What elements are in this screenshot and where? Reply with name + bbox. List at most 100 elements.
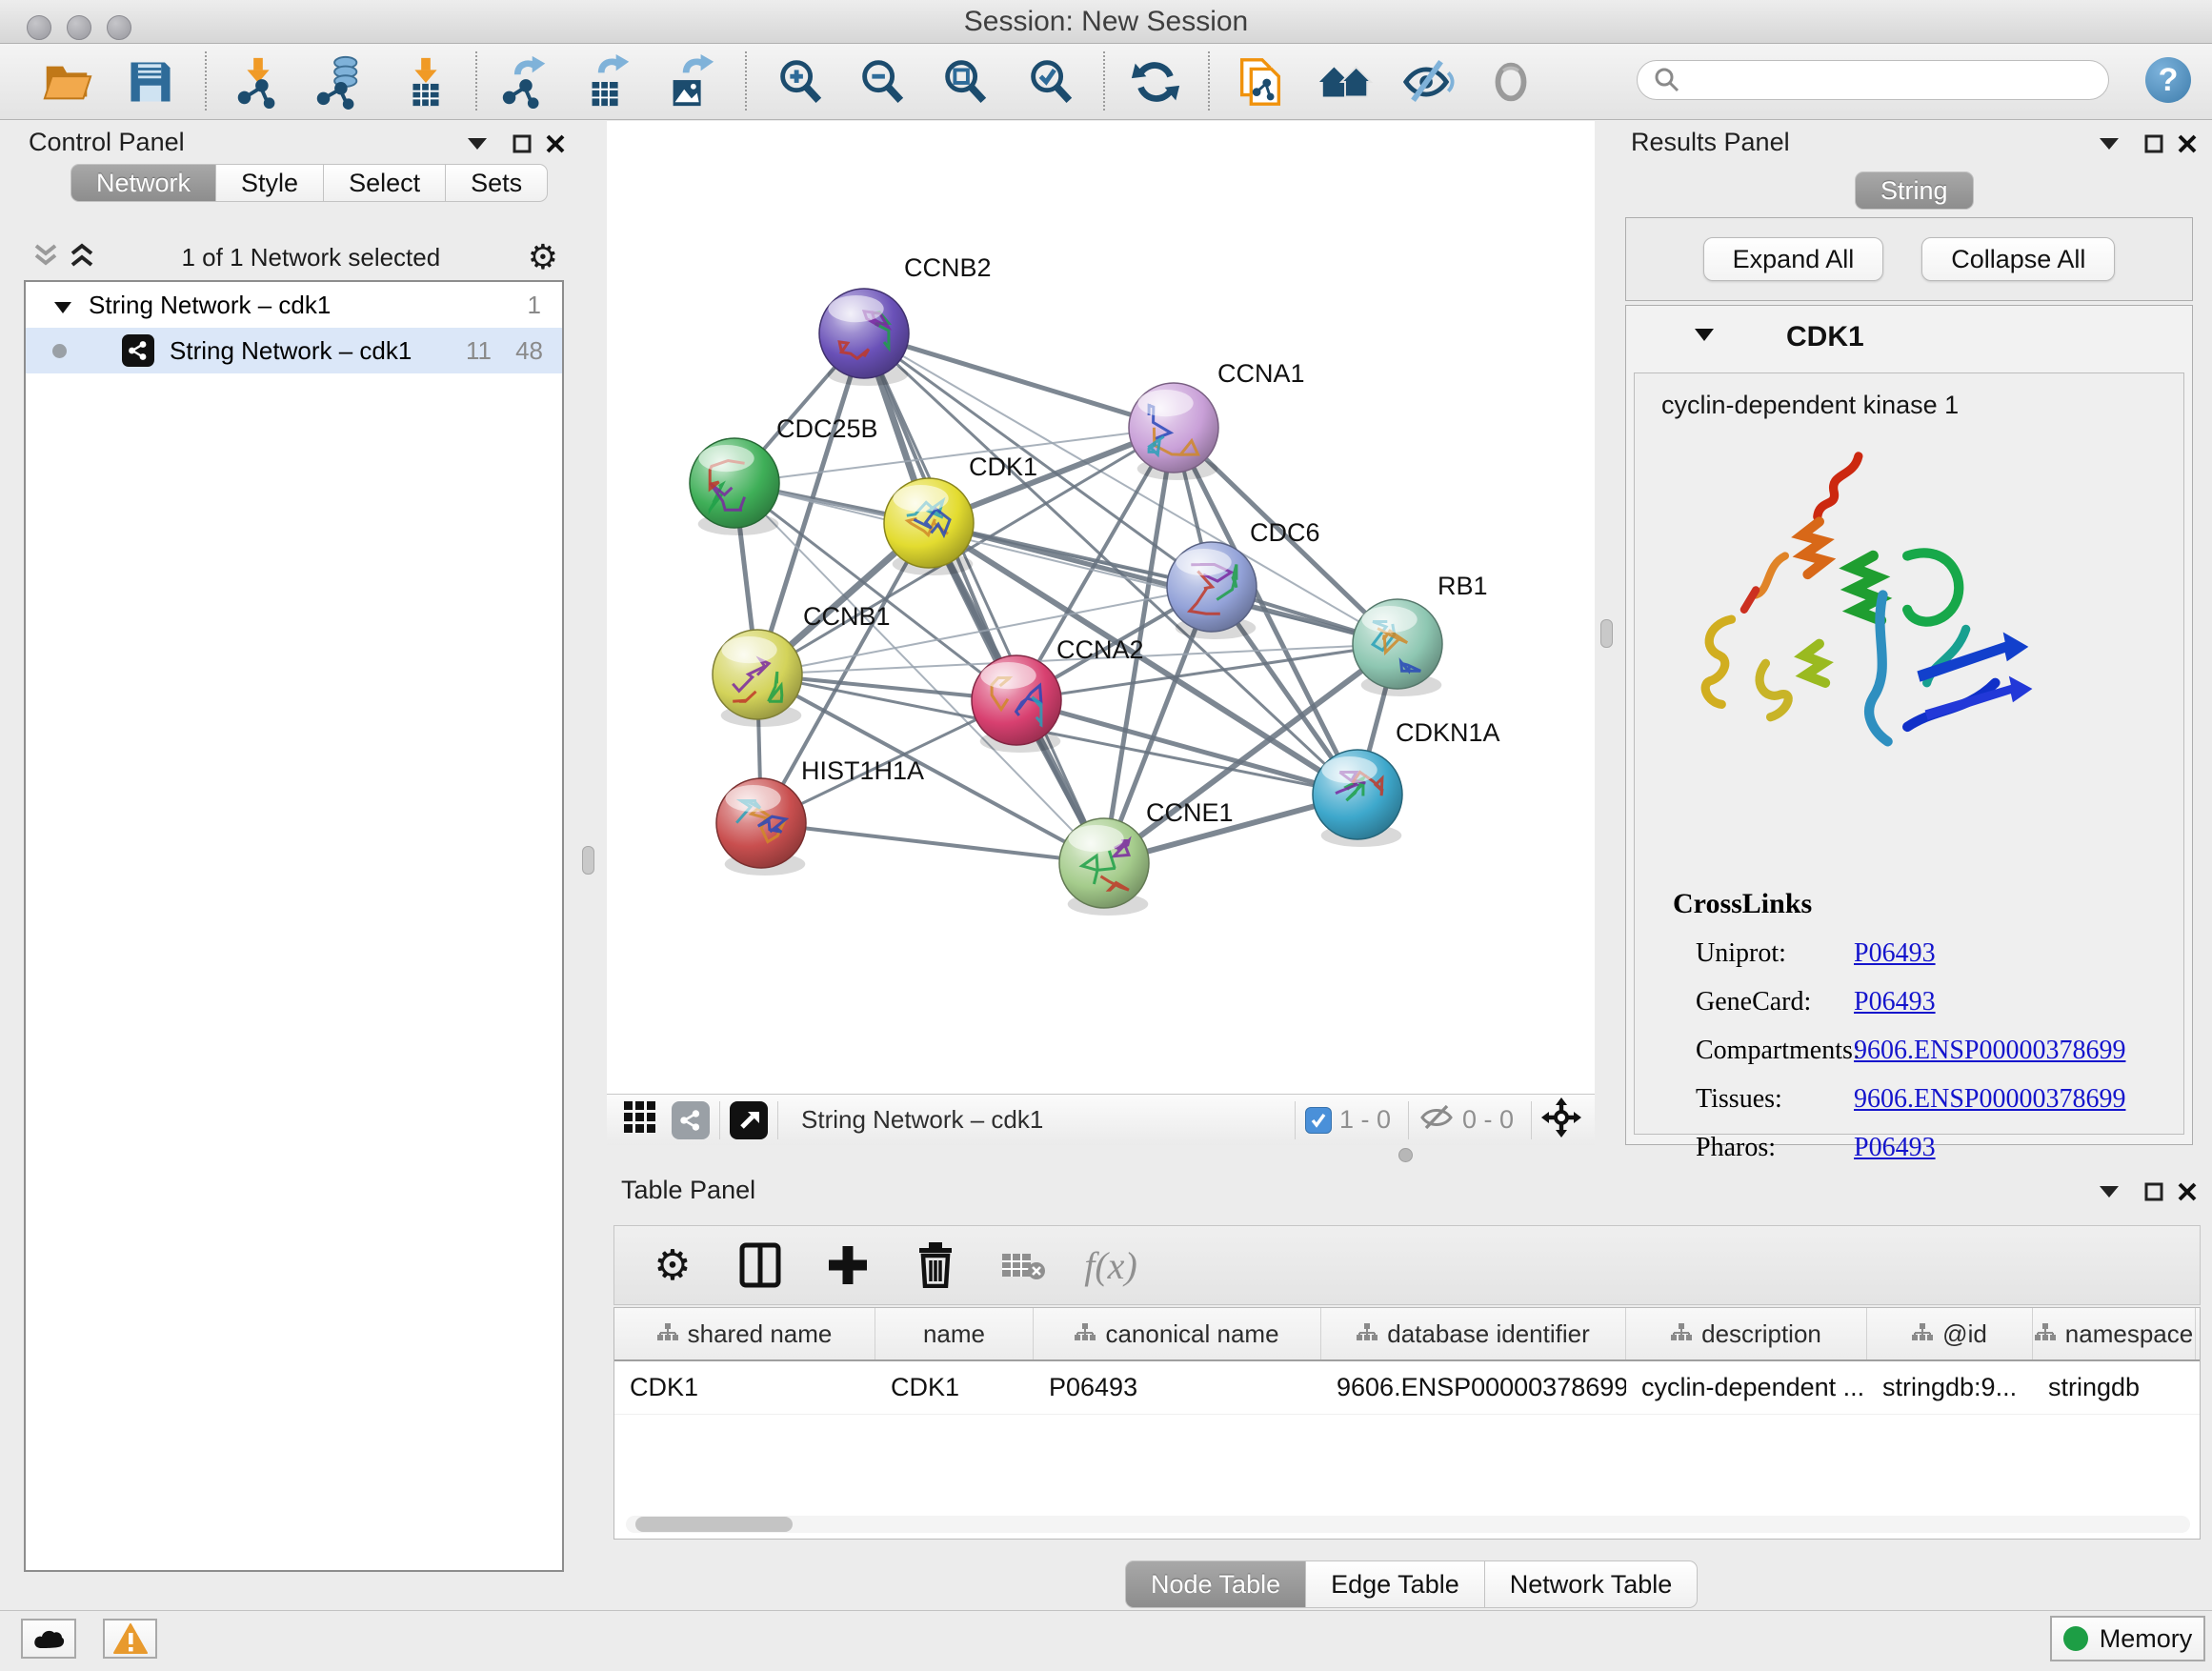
- pan-crosshair-icon[interactable]: [1541, 1097, 1581, 1142]
- zoom-fit-icon[interactable]: [935, 51, 995, 112]
- import-database-icon[interactable]: [308, 51, 369, 112]
- results-panel-float-icon[interactable]: [2095, 131, 2123, 156]
- hide-panel-icon[interactable]: [1398, 51, 1458, 112]
- zoom-selected-icon[interactable]: [1020, 51, 1081, 112]
- network-node-ccna1[interactable]: CCNA1: [1129, 359, 1305, 480]
- window-minimize-light[interactable]: [67, 15, 91, 40]
- help-icon[interactable]: ?: [2145, 57, 2191, 103]
- table-options-gear-icon[interactable]: ⚙: [647, 1241, 698, 1290]
- network-collection-row[interactable]: String Network – cdk1 1: [26, 282, 562, 328]
- horizontal-splitter-handle[interactable]: [1398, 1148, 1413, 1162]
- network-edge[interactable]: [761, 823, 1104, 863]
- memory-button[interactable]: Memory: [2050, 1616, 2205, 1661]
- cloud-status-button[interactable]: [21, 1619, 76, 1659]
- entry-collapse-icon[interactable]: [1695, 329, 1714, 346]
- save-session-icon[interactable]: [120, 51, 181, 112]
- network-node-ccnb1[interactable]: CCNB1: [713, 602, 891, 727]
- search-input[interactable]: [1691, 63, 2108, 97]
- network-canvas[interactable]: CCNB2CCNA1CDC25BCDK1CDC6RB1CCNB1CCNA2CDK…: [607, 121, 1595, 1094]
- entry-header[interactable]: CDK1: [1626, 306, 2192, 369]
- table-cell[interactable]: 9606.ENSP00000378699: [1321, 1361, 1626, 1414]
- network-node-ccne1[interactable]: CCNE1: [1059, 798, 1234, 916]
- tab-network-table[interactable]: Network Table: [1485, 1560, 1699, 1608]
- expand-all-networks-icon[interactable]: [70, 242, 94, 273]
- open-session-icon[interactable]: [36, 51, 97, 112]
- tab-sets[interactable]: Sets: [446, 164, 548, 202]
- add-column-icon[interactable]: [822, 1244, 874, 1286]
- table-panel-close-icon[interactable]: [2173, 1179, 2202, 1204]
- crosslink-link[interactable]: P06493: [1854, 938, 1936, 969]
- table-cell[interactable]: stringdb: [2033, 1361, 2196, 1414]
- crosslink-link[interactable]: 9606.ENSP00000378699: [1854, 1036, 2125, 1066]
- delete-column-trash-icon[interactable]: [910, 1242, 961, 1288]
- results-panel-close-icon[interactable]: [2173, 131, 2202, 156]
- birdseye-view-icon[interactable]: [730, 1101, 768, 1139]
- scrollbar-thumb[interactable]: [635, 1517, 793, 1532]
- show-columns-icon[interactable]: [734, 1242, 786, 1288]
- results-panel-maximize-icon[interactable]: [2140, 131, 2168, 156]
- table-panel-float-icon[interactable]: [2095, 1179, 2123, 1204]
- network-edge[interactable]: [929, 523, 1398, 644]
- zoom-out-icon[interactable]: [852, 51, 913, 112]
- left-splitter-handle[interactable]: [582, 846, 594, 875]
- control-panel-close-icon[interactable]: [541, 131, 570, 156]
- table-horizontal-scrollbar[interactable]: [626, 1516, 2190, 1533]
- export-table-icon[interactable]: [576, 51, 637, 112]
- collapse-all-networks-icon[interactable]: [33, 242, 58, 273]
- table-cell[interactable]: CDK1: [875, 1361, 1034, 1414]
- import-network-icon[interactable]: [228, 51, 289, 112]
- control-panel-float-icon[interactable]: [463, 131, 492, 156]
- network-node-cdk1[interactable]: CDK1: [884, 453, 1037, 575]
- tab-select[interactable]: Select: [324, 164, 446, 202]
- window-zoom-light[interactable]: [107, 15, 131, 40]
- crosslink-link[interactable]: P06493: [1854, 1133, 1936, 1163]
- right-splitter-handle[interactable]: [1600, 619, 1613, 648]
- refresh-layout-icon[interactable]: [1125, 51, 1186, 112]
- expand-all-button[interactable]: Expand All: [1703, 237, 1884, 281]
- show-panel-icon[interactable]: [1480, 51, 1541, 112]
- table-cell[interactable]: CDK1: [614, 1361, 875, 1414]
- results-panel-string-tab[interactable]: String: [1855, 171, 1974, 210]
- tab-network[interactable]: Network: [70, 164, 216, 202]
- show-grid-icon[interactable]: [624, 1101, 656, 1138]
- network-node-rb1[interactable]: RB1: [1353, 572, 1488, 696]
- column-header-canonical-name[interactable]: canonical name: [1034, 1308, 1321, 1359]
- zoom-in-icon[interactable]: [770, 51, 831, 112]
- control-panel-maximize-icon[interactable]: [508, 131, 536, 156]
- table-cell[interactable]: cyclin-dependent ...: [1626, 1361, 1867, 1414]
- network-row[interactable]: String Network – cdk1 11 48: [26, 328, 562, 373]
- column-header-database-identifier[interactable]: database identifier: [1321, 1308, 1626, 1359]
- column-header--id[interactable]: @id: [1867, 1308, 2033, 1359]
- tab-node-table[interactable]: Node Table: [1125, 1560, 1306, 1608]
- column-header-description[interactable]: description: [1626, 1308, 1867, 1359]
- export-image-icon[interactable]: [659, 51, 720, 112]
- export-network-icon[interactable]: [494, 51, 555, 112]
- network-edge[interactable]: [864, 333, 1174, 428]
- clone-network-icon[interactable]: [1230, 51, 1291, 112]
- network-options-gear-icon[interactable]: ⚙: [528, 237, 558, 277]
- column-header-name[interactable]: name: [875, 1308, 1034, 1359]
- column-header-namespace[interactable]: namespace: [2033, 1308, 2196, 1359]
- network-node-cdkn1a[interactable]: CDKN1A: [1313, 718, 1500, 847]
- table-row[interactable]: CDK1CDK1P064939606.ENSP00000378699cyclin…: [614, 1361, 2200, 1415]
- network-node-hist1h1a[interactable]: HIST1H1A: [716, 756, 924, 876]
- window-close-light[interactable]: [27, 15, 51, 40]
- collection-expand-icon[interactable]: [54, 291, 71, 320]
- table-cell[interactable]: stringdb:9...: [1867, 1361, 2033, 1414]
- hidden-indicator-icon[interactable]: [1418, 1103, 1455, 1137]
- selected-indicator-checkbox[interactable]: [1305, 1107, 1332, 1134]
- column-header-shared-name[interactable]: shared name: [614, 1308, 875, 1359]
- network-node-cdc6[interactable]: CDC6: [1167, 518, 1320, 639]
- table-cell[interactable]: P06493: [1034, 1361, 1321, 1414]
- string-style-icon[interactable]: [672, 1101, 710, 1139]
- crosslink-link[interactable]: 9606.ENSP00000378699: [1854, 1084, 2125, 1115]
- network-node-cdc25b[interactable]: CDC25B: [690, 414, 878, 535]
- warning-status-button[interactable]: [103, 1619, 157, 1659]
- import-table-icon[interactable]: [395, 51, 456, 112]
- birdseye-home-icon[interactable]: [1315, 51, 1376, 112]
- crosslink-link[interactable]: P06493: [1854, 987, 1936, 1017]
- collapse-all-button[interactable]: Collapse All: [1921, 237, 2115, 281]
- tab-style[interactable]: Style: [216, 164, 324, 202]
- table-panel-maximize-icon[interactable]: [2140, 1179, 2168, 1204]
- tab-edge-table[interactable]: Edge Table: [1306, 1560, 1485, 1608]
